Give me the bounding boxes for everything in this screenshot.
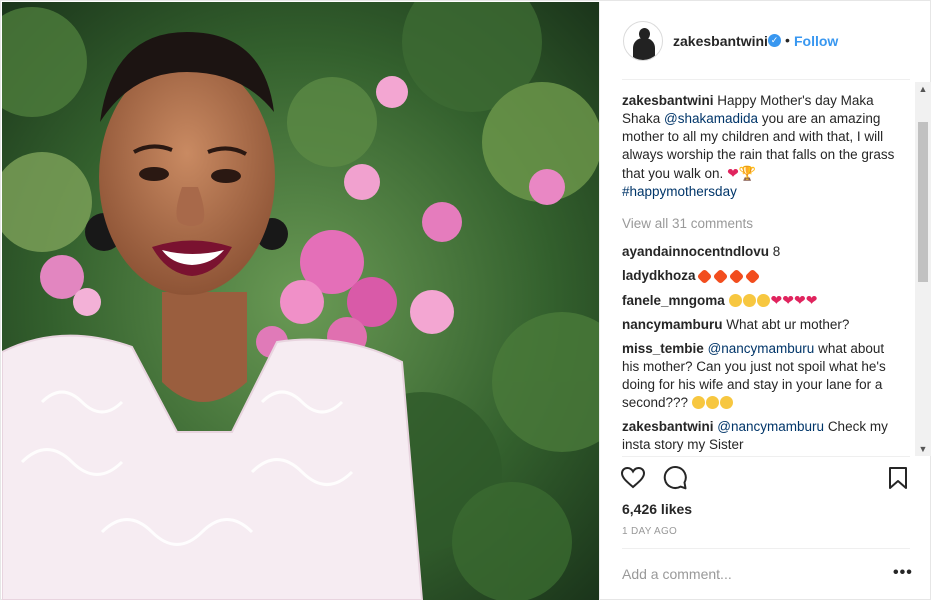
post-author-username[interactable]: zakesbantwini — [673, 33, 768, 49]
trophy-emoji: 🏆 — [738, 165, 757, 181]
comment-item: ayandainnocentndlovu 8 — [622, 243, 898, 261]
heart-icon[interactable] — [620, 465, 646, 491]
caption-text-continued: you are an amazing mother to all my chil… — [622, 111, 895, 181]
comment-username[interactable]: fanele_mngoma — [622, 293, 725, 308]
divider — [622, 79, 910, 80]
follow-button[interactable]: Follow — [794, 33, 838, 49]
comment-username[interactable]: zakesbantwini — [622, 419, 714, 434]
comment-item: fanele_mngoma ❤❤❤❤ — [622, 291, 898, 310]
post-side-panel: zakesbantwini ✓ • Follow zakesbantwini H… — [599, 2, 931, 600]
comment-username[interactable]: ayandainnocentndlovu — [622, 244, 769, 259]
comments-scrollbar[interactable]: ▲ ▼ — [915, 82, 931, 456]
divider — [622, 456, 910, 457]
photo-illustration — [2, 2, 599, 600]
comment-icon[interactable] — [662, 465, 688, 491]
scroll-down-arrow-icon[interactable]: ▼ — [915, 442, 931, 456]
comments-list[interactable]: zakesbantwini Happy Mother's day Maka Sh… — [622, 92, 898, 454]
avatar[interactable] — [623, 21, 663, 61]
comment-mention[interactable]: @nancymamburu — [717, 419, 824, 434]
comment-username[interactable]: miss_tembie — [622, 341, 704, 356]
post-timestamp: 1 DAY AGO — [622, 526, 678, 537]
caption-username[interactable]: zakesbantwini — [622, 93, 714, 108]
comment-item: ladydkhoza — [622, 267, 898, 285]
divider — [622, 548, 910, 549]
comment-mention[interactable]: @nancymamburu — [708, 341, 815, 356]
more-options-icon[interactable]: ••• — [893, 564, 913, 582]
comment-username[interactable]: ladydkhoza — [622, 268, 696, 283]
comment-item: miss_tembie @nancymamburu what about his… — [622, 340, 898, 412]
post-photo[interactable] — [2, 2, 599, 600]
bookmark-icon[interactable] — [885, 465, 911, 491]
likes-count[interactable]: 6,426 likes — [622, 501, 692, 517]
comment-item: zakesbantwini @nancymamburu Check my ins… — [622, 418, 898, 454]
heart-emoji: ❤ — [727, 165, 739, 181]
caption-hashtag[interactable]: #happymothersday — [622, 184, 737, 199]
comment-emojis — [697, 268, 760, 285]
instagram-post-window: zakesbantwini ✓ • Follow zakesbantwini H… — [0, 0, 931, 600]
separator-dot: • — [785, 32, 790, 48]
comment-item: nancymamburu What abt ur mother? — [622, 316, 898, 334]
caption: zakesbantwini Happy Mother's day Maka Sh… — [622, 92, 898, 201]
scroll-up-arrow-icon[interactable]: ▲ — [915, 82, 931, 96]
comment-text: 8 — [772, 244, 781, 259]
add-comment-input[interactable] — [622, 564, 872, 584]
caption-mention[interactable]: @shakamadida — [664, 111, 758, 126]
scroll-thumb[interactable] — [918, 122, 928, 282]
comment-emojis: ❤❤❤❤ — [728, 292, 817, 308]
view-all-comments-link[interactable]: View all 31 comments — [622, 215, 898, 233]
post-header: zakesbantwini ✓ • Follow — [600, 2, 931, 80]
verified-badge-icon: ✓ — [768, 34, 781, 47]
comment-username[interactable]: nancymamburu — [622, 317, 723, 332]
comment-text: What abt ur mother? — [726, 317, 850, 332]
